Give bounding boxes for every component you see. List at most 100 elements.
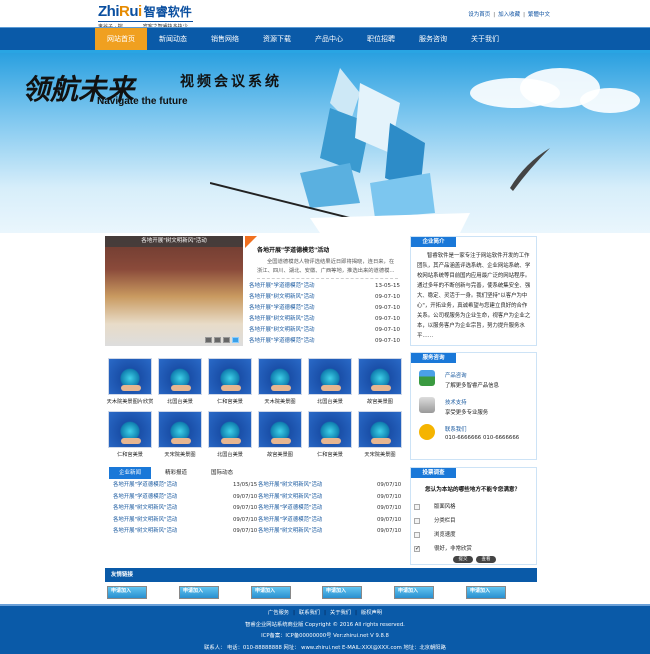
product-label[interactable]: 北国台美景 xyxy=(205,451,255,458)
friend-link-logo[interactable]: 申请加入 xyxy=(322,586,362,599)
product-label[interactable]: 故宫美景图 xyxy=(255,451,305,458)
nav-service[interactable]: 服务咨询 xyxy=(407,28,459,50)
product-item[interactable]: 仁和宫美景 xyxy=(105,411,155,458)
footer-link-contact[interactable]: 联系我们 xyxy=(299,610,320,616)
product-label[interactable]: 北国台美景 xyxy=(155,398,205,405)
news-item[interactable]: 各地开展"学道德模范"活动 09-07-10 xyxy=(249,303,400,314)
product-label[interactable]: 天宋院美景图 xyxy=(355,451,405,458)
slide-page-2[interactable] xyxy=(214,337,221,343)
news-link[interactable]: 各地开展"学道德模范"活动 xyxy=(258,515,322,527)
news-link[interactable]: 各地开展"树文明新风"活动 xyxy=(113,503,177,515)
checkbox[interactable] xyxy=(414,517,420,524)
nav-jobs[interactable]: 职位招聘 xyxy=(355,28,407,50)
news-item[interactable]: 各地开展"树文明新风"活动 09-07-10 xyxy=(249,292,400,303)
slide-page-3[interactable] xyxy=(223,337,230,343)
traditional-chinese-link[interactable]: 繁體中文 xyxy=(528,12,550,18)
news-title[interactable]: 各地开展"树文明新风"活动 xyxy=(249,325,315,336)
survey-option[interactable]: 分类栏目 xyxy=(414,516,456,524)
nav-about[interactable]: 关于我们 xyxy=(459,28,511,50)
logo[interactable]: ZhiRui智睿软件 鬼谷子 · 揣 宾客之智睿执多执少 xyxy=(98,3,193,30)
product-image[interactable] xyxy=(358,358,402,395)
product-image[interactable] xyxy=(308,411,352,448)
product-item[interactable]: 故宫美景图 xyxy=(355,358,405,405)
product-label[interactable]: 仁和宫美景 xyxy=(205,398,255,405)
friend-link-logo[interactable]: 申请加入 xyxy=(466,586,506,599)
product-image[interactable] xyxy=(158,358,202,395)
friend-link-logo[interactable]: 申请加入 xyxy=(107,586,147,599)
survey-option[interactable]: ✓ 很好，非常欣赏 xyxy=(414,544,472,552)
tab-company-news[interactable]: 企业新闻 xyxy=(109,467,151,479)
footer-link-copyright[interactable]: 版权声明 xyxy=(361,610,382,616)
news-link[interactable]: 各地开展"树文明新风"活动 xyxy=(258,526,322,538)
footer-link-ads[interactable]: 广告服务 xyxy=(268,610,289,616)
product-image[interactable] xyxy=(208,411,252,448)
product-image[interactable] xyxy=(208,358,252,395)
product-image[interactable] xyxy=(258,358,302,395)
slide-page-1[interactable] xyxy=(205,337,212,343)
checkbox[interactable] xyxy=(414,503,420,510)
service-item-title[interactable]: 产品咨询 xyxy=(445,371,467,379)
news-link[interactable]: 各地开展"学道德模范"活动 xyxy=(258,503,322,515)
product-item[interactable]: 仁和宫美景 xyxy=(305,411,355,458)
product-item[interactable]: 天木院美景图片欣赏 xyxy=(105,358,155,405)
headline[interactable]: 各地开展"学道德模范"活动 xyxy=(257,245,400,254)
nav-sales[interactable]: 销售网络 xyxy=(199,28,251,50)
add-favorite-link[interactable]: 加入收藏 xyxy=(498,12,520,18)
news-title[interactable]: 各地开展"树文明新风"活动 xyxy=(249,314,315,325)
service-item-title[interactable]: 联系我们 xyxy=(445,425,467,433)
product-label[interactable]: 天宋院美景图 xyxy=(155,451,205,458)
nav-products[interactable]: 产品中心 xyxy=(303,28,355,50)
product-item[interactable]: 故宫美景图 xyxy=(255,411,305,458)
friend-link-logo[interactable]: 申请加入 xyxy=(251,586,291,599)
product-label[interactable]: 仁和宫美景 xyxy=(105,451,155,458)
news-title[interactable]: 各地开展"学道德模范"活动 xyxy=(249,336,315,347)
slideshow[interactable]: 各地开展"树文明新风"活动 xyxy=(105,236,243,346)
tab-featured[interactable]: 精彩报道 xyxy=(165,467,187,479)
product-item[interactable]: 天宋院美景图 xyxy=(355,411,405,458)
view-results-button[interactable]: 查看 xyxy=(476,556,496,563)
nav-downloads[interactable]: 资源下载 xyxy=(251,28,303,50)
product-image[interactable] xyxy=(158,411,202,448)
news-link[interactable]: 各地开展"树文明新风"活动 xyxy=(258,492,322,504)
news-title[interactable]: 各地开展"树文明新风"活动 xyxy=(249,292,315,303)
news-link[interactable]: 各地开展"树文明新风"活动 xyxy=(258,480,322,492)
product-label[interactable]: 北国台美景 xyxy=(305,398,355,405)
product-image[interactable] xyxy=(308,358,352,395)
footer-link-about[interactable]: 关于我们 xyxy=(330,610,351,616)
submit-button[interactable]: 提交 xyxy=(453,556,473,563)
product-item[interactable]: 仁和宫美景 xyxy=(205,358,255,405)
product-image[interactable] xyxy=(258,411,302,448)
news-link[interactable]: 各地开展"树文明新风"活动 xyxy=(113,515,177,527)
product-label[interactable]: 仁和宫美景 xyxy=(305,451,355,458)
news-link[interactable]: 各地开展"树文明新风"活动 xyxy=(113,526,177,538)
product-image[interactable] xyxy=(108,358,152,395)
service-item-title[interactable]: 技术支持 xyxy=(445,398,467,406)
nav-news[interactable]: 新闻动态 xyxy=(147,28,199,50)
product-image[interactable] xyxy=(108,411,152,448)
product-image[interactable] xyxy=(358,411,402,448)
news-item[interactable]: 各地开展"学道德模范"活动 09-07-10 xyxy=(249,336,400,347)
set-homepage-link[interactable]: 设为首页 xyxy=(468,12,490,18)
news-item[interactable]: 各地开展"学道德模范"活动 13-05-15 xyxy=(249,281,400,292)
news-link[interactable]: 各地开展"学道德模范"活动 xyxy=(113,480,177,492)
survey-option[interactable]: 版面风格 xyxy=(414,502,456,510)
checkbox[interactable] xyxy=(414,531,420,538)
news-link[interactable]: 各地开展"学道德模范"活动 xyxy=(113,492,177,504)
news-title[interactable]: 各地开展"学道德模范"活动 xyxy=(249,281,315,292)
friend-link-logo[interactable]: 申请加入 xyxy=(179,586,219,599)
checkbox-checked[interactable]: ✓ xyxy=(414,545,420,552)
product-label[interactable]: 天木院美景图片欣赏 xyxy=(105,398,155,405)
news-title[interactable]: 各地开展"学道德模范"活动 xyxy=(249,303,315,314)
news-item[interactable]: 各地开展"树文明新风"活动 09-07-10 xyxy=(249,325,400,336)
product-item[interactable]: 天宋院美景图 xyxy=(155,411,205,458)
product-item[interactable]: 北国台美景 xyxy=(155,358,205,405)
survey-option[interactable]: 浏览速度 xyxy=(414,530,456,538)
friend-link-logo[interactable]: 申请加入 xyxy=(394,586,434,599)
product-item[interactable]: 北国台美景 xyxy=(305,358,355,405)
news-item[interactable]: 各地开展"树文明新风"活动 09-07-10 xyxy=(249,314,400,325)
slide-page-4-active[interactable] xyxy=(232,337,239,343)
product-item[interactable]: 天木院美景图 xyxy=(255,358,305,405)
nav-home[interactable]: 网站首页 xyxy=(95,28,147,50)
product-label[interactable]: 故宫美景图 xyxy=(355,398,405,405)
product-label[interactable]: 天木院美景图 xyxy=(255,398,305,405)
